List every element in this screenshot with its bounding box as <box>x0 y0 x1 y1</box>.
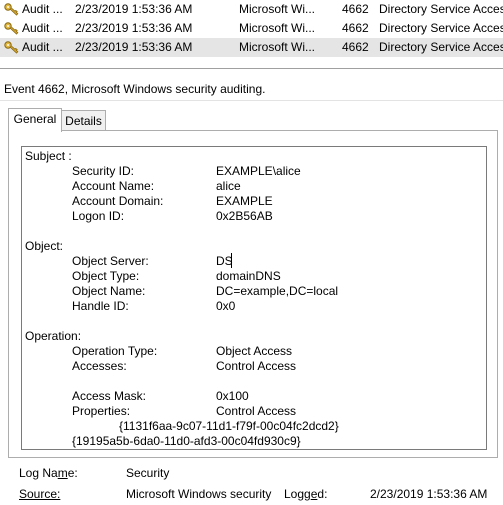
list-splitter[interactable] <box>0 68 503 69</box>
row-category: Directory Service Access <box>379 2 503 16</box>
property-guid-2: {19195a5b-6da0-11d0-afd3-00c04fd930c9} <box>72 434 301 448</box>
accesses-label: Accesses: <box>72 359 127 373</box>
property-guid-1: {1131f6aa-9c07-11d1-f79f-00c04fc2dcd2} <box>119 419 339 433</box>
handle-id-label: Handle ID: <box>72 299 129 313</box>
object-server-label: Object Server: <box>72 254 149 268</box>
account-name-label: Account Name: <box>72 179 155 193</box>
access-mask-label: Access Mask: <box>72 389 147 403</box>
active-tab-gap <box>9 130 60 131</box>
row-event-id: 4662 <box>342 2 369 16</box>
text-cursor <box>231 253 232 268</box>
object-name-value: DC=example,DC=local <box>216 284 339 298</box>
event-row[interactable]: Audit ... 2/23/2019 1:53:36 AM Microsoft W… <box>0 38 503 57</box>
logged-value: 2/23/2019 1:53:36 AM <box>370 487 488 501</box>
operation-type-value: Object Access <box>216 344 293 358</box>
event-row[interactable]: Audit ... 2/23/2019 1:53:36 AM Microsoft W… <box>0 19 503 38</box>
row-date: 2/23/2019 1:53:36 AM <box>75 40 193 54</box>
log-name-label-pre: Log Na <box>19 466 58 480</box>
logged-label-pre: Logg <box>284 487 311 501</box>
key-icon <box>4 22 19 35</box>
source-label: Source: <box>19 487 61 501</box>
row-source: Microsoft Wi... <box>239 40 316 54</box>
log-name-value: Security <box>126 466 170 480</box>
event-title: Event 4662, Microsoft Windows security a… <box>4 82 266 96</box>
properties-value: Control Access <box>216 404 297 418</box>
tab-general-label: General <box>13 112 57 126</box>
security-id-value: EXAMPLE\alice <box>216 164 301 178</box>
row-category: Directory Service Access <box>379 21 503 35</box>
tab-general[interactable]: General <box>8 108 62 132</box>
key-icon <box>4 41 19 54</box>
account-name-value: alice <box>216 179 241 193</box>
object-name-label: Object Name: <box>72 284 146 298</box>
object-type-label: Object Type: <box>72 269 140 283</box>
subject-header: Subject : <box>25 149 72 163</box>
tab-details-label: Details <box>65 114 102 128</box>
event-row[interactable]: Audit ... 2/23/2019 1:53:36 AM Microsoft W… <box>0 0 503 19</box>
account-domain-label: Account Domain: <box>72 194 164 208</box>
source-value: Microsoft Windows security <box>126 487 272 501</box>
row-category: Directory Service Access <box>379 40 503 54</box>
row-source: Microsoft Wi... <box>239 21 316 35</box>
logon-id-label: Logon ID: <box>72 209 125 223</box>
row-date: 2/23/2019 1:53:36 AM <box>75 21 193 35</box>
title-divider <box>0 100 503 101</box>
log-name-label-post: e: <box>67 466 78 480</box>
operation-type-label: Operation Type: <box>72 344 158 358</box>
row-event-id: 4662 <box>342 40 369 54</box>
logon-id-value: 0x2B56AB <box>216 209 273 223</box>
logged-label-post: d: <box>317 487 328 501</box>
row-event-id: 4662 <box>342 21 369 35</box>
account-domain-value: EXAMPLE <box>216 194 273 208</box>
event-description-textbox[interactable]: Subject : Security ID: EXAMPLE\alice Acc… <box>21 146 487 450</box>
log-name-label: Log Name: <box>19 466 78 480</box>
row-date: 2/23/2019 1:53:36 AM <box>75 2 193 16</box>
accesses-value: Control Access <box>216 359 297 373</box>
row-source: Microsoft Wi... <box>239 2 316 16</box>
tab-details[interactable]: Details <box>61 110 106 131</box>
access-mask-value: 0x100 <box>216 389 249 403</box>
handle-id-value: 0x0 <box>216 299 236 313</box>
object-type-value: domainDNS <box>216 269 281 283</box>
row-level: Audit ... <box>22 2 63 16</box>
operation-header: Operation: <box>25 329 82 343</box>
security-id-label: Security ID: <box>72 164 135 178</box>
row-level: Audit ... <box>22 21 63 35</box>
key-icon <box>4 3 19 16</box>
row-level: Audit ... <box>22 40 63 54</box>
object-header: Object: <box>25 239 64 253</box>
properties-label: Properties: <box>72 404 131 418</box>
logged-label: Logged: <box>284 487 327 501</box>
log-name-label-accel: m <box>57 466 68 480</box>
